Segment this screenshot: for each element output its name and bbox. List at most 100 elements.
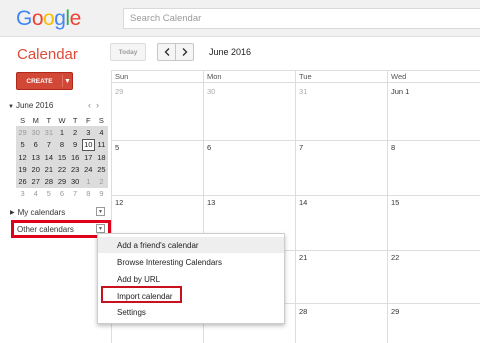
my-calendars-label: My calendars bbox=[17, 208, 66, 217]
search-input[interactable] bbox=[124, 9, 480, 28]
mini-day[interactable]: 14 bbox=[42, 150, 56, 164]
mini-day[interactable]: 9 bbox=[95, 188, 108, 200]
day-number[interactable]: 5 bbox=[115, 143, 119, 152]
day-number[interactable]: 22 bbox=[391, 253, 399, 262]
mini-day[interactable]: 28 bbox=[42, 175, 56, 188]
chevron-right-icon bbox=[182, 48, 187, 56]
logo-letter: e bbox=[69, 7, 82, 30]
mini-dow: S bbox=[98, 115, 104, 125]
mini-dow: M bbox=[32, 115, 39, 125]
weekday-header: Sun bbox=[115, 72, 129, 81]
grid-line bbox=[111, 140, 480, 141]
menu-item-add-url[interactable]: Add by URL bbox=[98, 271, 284, 287]
my-calendars-dropdown-icon[interactable]: ▼ bbox=[96, 207, 105, 216]
day-number[interactable]: 8 bbox=[391, 143, 395, 152]
my-calendars-header[interactable]: ▶ My calendars bbox=[10, 208, 65, 217]
mini-day[interactable]: 13 bbox=[29, 150, 43, 164]
prev-button[interactable] bbox=[157, 43, 176, 61]
mini-next-icon[interactable]: › bbox=[96, 100, 104, 110]
mini-dow: W bbox=[58, 115, 66, 125]
mini-day[interactable]: 7 bbox=[42, 138, 56, 151]
triangle-down-icon: ▼ bbox=[8, 104, 14, 110]
caret-down-icon[interactable]: ▼ bbox=[63, 78, 72, 85]
mini-day[interactable]: 20 bbox=[29, 163, 43, 176]
mini-dow: T bbox=[46, 115, 52, 125]
mini-day[interactable]: 29 bbox=[55, 175, 69, 188]
menu-item-add-friend[interactable]: Add a friend's calendar bbox=[98, 237, 284, 253]
day-number[interactable]: 7 bbox=[299, 143, 303, 152]
app-title: Calendar bbox=[17, 46, 78, 63]
mini-day[interactable]: 8 bbox=[82, 188, 95, 200]
mini-day[interactable]: 11 bbox=[94, 138, 108, 151]
day-number[interactable]: 29 bbox=[115, 87, 123, 96]
mini-day[interactable]: 21 bbox=[42, 163, 56, 176]
mini-day[interactable]: 1 bbox=[55, 126, 69, 139]
day-number[interactable]: 15 bbox=[391, 198, 399, 207]
grid-line bbox=[111, 195, 480, 196]
mini-day[interactable]: 24 bbox=[81, 163, 95, 176]
mini-day[interactable]: 27 bbox=[29, 175, 43, 188]
mini-day[interactable]: 15 bbox=[55, 150, 69, 164]
mini-day-today[interactable]: 10 bbox=[81, 138, 95, 151]
mini-day[interactable]: 22 bbox=[55, 163, 69, 176]
mini-day[interactable]: 17 bbox=[81, 150, 95, 164]
create-button[interactable]: CREATE ▼ bbox=[16, 72, 73, 90]
chevron-left-icon bbox=[164, 48, 169, 56]
grid-line bbox=[111, 70, 480, 71]
mini-prev-icon[interactable]: ‹ bbox=[88, 100, 96, 110]
mini-day[interactable]: 30 bbox=[68, 175, 82, 188]
mini-day[interactable]: 12 bbox=[16, 150, 30, 164]
mini-day[interactable]: 5 bbox=[16, 138, 30, 151]
mini-dow: F bbox=[85, 115, 91, 125]
mini-day[interactable]: 4 bbox=[29, 188, 42, 200]
mini-day[interactable]: 18 bbox=[94, 150, 108, 164]
other-calendars-menu: Add a friend's calendar Browse Interesti… bbox=[97, 233, 285, 324]
menu-item-browse[interactable]: Browse Interesting Calendars bbox=[98, 254, 284, 270]
next-button[interactable] bbox=[175, 43, 194, 61]
mini-day[interactable]: 8 bbox=[55, 138, 69, 151]
mini-day[interactable]: 19 bbox=[16, 163, 30, 176]
mini-day[interactable]: 31 bbox=[42, 126, 56, 139]
mini-day[interactable]: 1 bbox=[81, 175, 95, 188]
mini-day[interactable]: 16 bbox=[68, 150, 82, 164]
mini-day[interactable]: 3 bbox=[16, 188, 29, 200]
mini-day[interactable]: 5 bbox=[42, 188, 55, 200]
weekday-header: Mon bbox=[207, 72, 222, 81]
today-button[interactable]: Today bbox=[110, 43, 146, 61]
logo-letter: G bbox=[16, 7, 32, 30]
mini-calendar: S M T W T F S 29 30 31 1 2 3 4 5 6 7 8 9… bbox=[16, 114, 108, 200]
day-number[interactable]: 29 bbox=[391, 307, 399, 316]
mini-day[interactable]: 6 bbox=[29, 138, 43, 151]
mini-day[interactable]: 6 bbox=[55, 188, 68, 200]
current-date-range: June 2016 bbox=[209, 47, 252, 57]
day-number[interactable]: 28 bbox=[299, 307, 307, 316]
highlight-annotation bbox=[11, 220, 111, 238]
day-number[interactable]: 21 bbox=[299, 253, 307, 262]
search-box bbox=[123, 8, 480, 29]
mini-day[interactable]: 2 bbox=[68, 126, 82, 139]
day-number[interactable]: Jun 1 bbox=[391, 87, 409, 96]
mini-day[interactable]: 9 bbox=[68, 138, 82, 151]
mini-day[interactable]: 30 bbox=[29, 126, 43, 139]
triangle-right-icon: ▶ bbox=[10, 210, 15, 216]
weekday-header: Wed bbox=[391, 72, 407, 81]
mini-day[interactable]: 7 bbox=[69, 188, 82, 200]
mini-day[interactable]: 3 bbox=[81, 126, 95, 139]
google-logo[interactable]: Google bbox=[16, 7, 81, 31]
menu-item-settings[interactable]: Settings bbox=[98, 304, 284, 320]
day-number[interactable]: 30 bbox=[207, 87, 215, 96]
mini-day[interactable]: 26 bbox=[16, 175, 30, 188]
mini-day[interactable]: 23 bbox=[68, 163, 82, 176]
mini-day[interactable]: 2 bbox=[94, 175, 108, 188]
mini-day[interactable]: 29 bbox=[16, 126, 30, 139]
day-number[interactable]: 6 bbox=[207, 143, 211, 152]
day-number[interactable]: 13 bbox=[207, 198, 215, 207]
mini-day[interactable]: 4 bbox=[94, 126, 108, 139]
day-number[interactable]: 31 bbox=[299, 87, 307, 96]
mini-dow: T bbox=[72, 115, 78, 125]
weekday-header: Tue bbox=[299, 72, 312, 81]
day-number[interactable]: 14 bbox=[299, 198, 307, 207]
day-number[interactable]: 12 bbox=[115, 198, 123, 207]
mini-day[interactable]: 25 bbox=[94, 163, 108, 176]
mini-dow: S bbox=[20, 115, 26, 125]
